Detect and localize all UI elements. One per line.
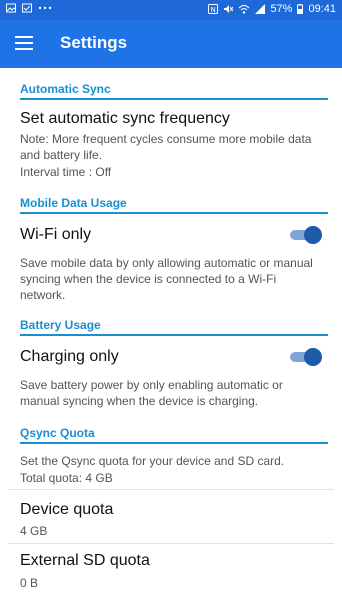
wifi-only-summary: Save mobile data by only allowing automa… bbox=[20, 256, 313, 302]
hamburger-menu-icon[interactable] bbox=[15, 36, 33, 50]
section-header-automatic-sync: Automatic Sync bbox=[20, 78, 328, 100]
sync-frequency-note: Note: More frequent cycles consume more … bbox=[20, 132, 312, 162]
battery-percent: 57% bbox=[270, 3, 293, 15]
gallery-icon bbox=[6, 3, 16, 13]
device-quota-value: 4 GB bbox=[20, 524, 48, 538]
status-time: 09:41 bbox=[308, 3, 336, 15]
external-sd-quota-title: External SD quota bbox=[20, 552, 150, 569]
external-sd-quota-value: 0 B bbox=[20, 576, 39, 590]
nfc-icon: N bbox=[208, 4, 219, 14]
signal-icon bbox=[255, 4, 266, 14]
svg-text:N: N bbox=[211, 6, 216, 14]
sync-frequency-title: Set automatic sync frequency bbox=[20, 110, 230, 127]
charging-only-title: Charging only bbox=[20, 348, 119, 365]
wifi-only-toggle[interactable] bbox=[290, 226, 322, 244]
section-header-qsync-quota: Qsync Quota bbox=[20, 422, 328, 444]
check-image-icon bbox=[22, 3, 32, 13]
quota-summary: Set the Qsync quota for your device and … bbox=[20, 454, 285, 468]
app-bar: Settings bbox=[0, 20, 342, 68]
battery-icon bbox=[297, 4, 304, 14]
charging-only-summary: Save battery power by only enabling auto… bbox=[20, 378, 283, 408]
divider bbox=[8, 543, 334, 544]
total-quota: Total quota: 4 GB bbox=[20, 471, 113, 485]
divider bbox=[8, 489, 334, 490]
status-left bbox=[6, 3, 52, 13]
wifi-only-title: Wi-Fi only bbox=[20, 226, 92, 243]
section-header-battery: Battery Usage bbox=[20, 314, 328, 336]
status-bar: N 57% 09:41 bbox=[0, 0, 342, 20]
page-title: Settings bbox=[60, 33, 128, 52]
section-header-mobile-data: Mobile Data Usage bbox=[20, 192, 328, 214]
status-right: N 57% 09:41 bbox=[208, 3, 336, 15]
sync-interval-value: Interval time : Off bbox=[20, 165, 112, 179]
device-quota-title: Device quota bbox=[20, 501, 114, 518]
more-dots-icon bbox=[38, 6, 52, 10]
wifi-icon bbox=[239, 5, 250, 14]
mute-icon bbox=[224, 5, 234, 13]
charging-only-toggle[interactable] bbox=[290, 348, 322, 366]
